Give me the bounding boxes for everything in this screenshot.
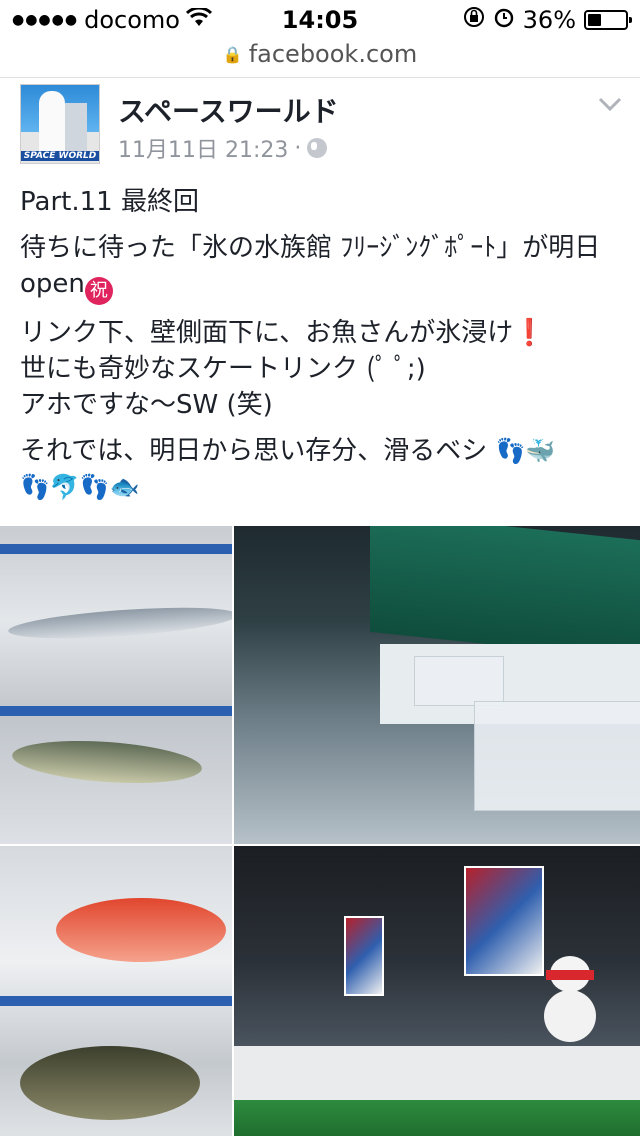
rink-stripe [0,706,232,716]
photo-rink-edge[interactable] [234,526,640,844]
avatar-tower [65,103,87,155]
avatar[interactable]: SPACE WORLD [20,84,100,164]
rink-turf [234,1100,640,1136]
post-timestamp[interactable]: 11月11日 21:23 [118,132,288,164]
whale-icon: 🐳 [525,437,556,465]
footprints-icon: 👣 [79,473,110,501]
saury-fish [7,602,232,644]
battery-fill [588,14,601,26]
ice-block [414,656,504,706]
meta-separator: · [294,135,302,161]
status-right: 36% [463,6,632,34]
exclamation-icon: ❗ [513,318,546,348]
post-meta: 11月11日 21:23 · [118,132,328,164]
post-line: Part.11 最終回 [20,184,624,220]
page-name-link[interactable]: スペースワールド [118,90,339,130]
photo-skating-rink[interactable] [234,846,640,1136]
photo-grid [0,526,640,1136]
post-line: リンク下、壁側面下に、お魚さんが氷浸け❗ 世にも奇妙なスケートリンク (ﾟ ﾟ;… [20,315,624,423]
globe-icon [307,138,328,158]
rink-boards [234,1046,640,1106]
rink-stripe [0,996,232,1006]
dolphin-icon: 🐬 [49,473,80,501]
footprints-icon: 👣 [495,437,526,465]
celebrate-icon: 祝 [84,277,113,305]
dark-fish [20,1046,200,1120]
snowman-body [544,990,596,1042]
post-text: リンク下、壁側面下に、お魚さんが氷浸け [20,318,514,348]
fish-icon: 🐟 [109,473,140,501]
red-fish [56,898,226,962]
tairyo-banner [344,916,384,996]
alarm-icon [493,6,515,34]
avatar-logo: SPACE WORLD [21,151,99,161]
post-text: それでは、明日から思い存分、滑るベシ [20,436,488,466]
snowman-scarf [546,970,594,980]
url-bar[interactable]: 🔒 facebook.com [0,40,640,78]
post-line: それでは、明日から思い存分、滑るベシ 👣🐳 👣🐬👣🐟 [20,433,624,505]
yellowtail-fish [10,735,204,789]
photo-fish-in-ice-1[interactable] [0,526,232,844]
post-text: アホですな〜SW (笑) [20,390,273,420]
rotation-lock-icon [463,6,485,34]
post-text: 世にも奇妙なスケートリンク (ﾟ ﾟ;) [20,354,426,384]
snowman-mascot [540,956,600,1046]
ice-block [474,701,640,811]
status-bar: ●●●●● docomo 14:05 36% [0,0,640,40]
battery-percent: 36% [522,6,576,34]
rink-stripe [0,544,232,554]
url-domain: facebook.com [248,40,418,68]
footprints-icon: 👣 [20,473,50,501]
photo-fish-in-ice-2[interactable] [0,846,232,1136]
tairyo-banner [464,866,544,976]
post-body: Part.11 最終回 待ちに待った「氷の水族館 ﾌﾘｰｼﾞﾝｸﾞﾎﾟｰﾄ」が明… [20,184,624,515]
chevron-down-icon[interactable] [598,96,622,118]
post-line: 待ちに待った「氷の水族館 ﾌﾘｰｼﾞﾝｸﾞﾎﾟｰﾄ」が明日open 祝 [20,230,624,305]
post-header: SPACE WORLD スペースワールド 11月11日 21:23 · [0,78,640,178]
post-text: Part.11 最終回 [20,187,199,217]
avatar-rocket [39,91,65,155]
battery-icon [584,10,632,30]
lock-icon: 🔒 [222,45,243,64]
green-wall [370,526,640,661]
